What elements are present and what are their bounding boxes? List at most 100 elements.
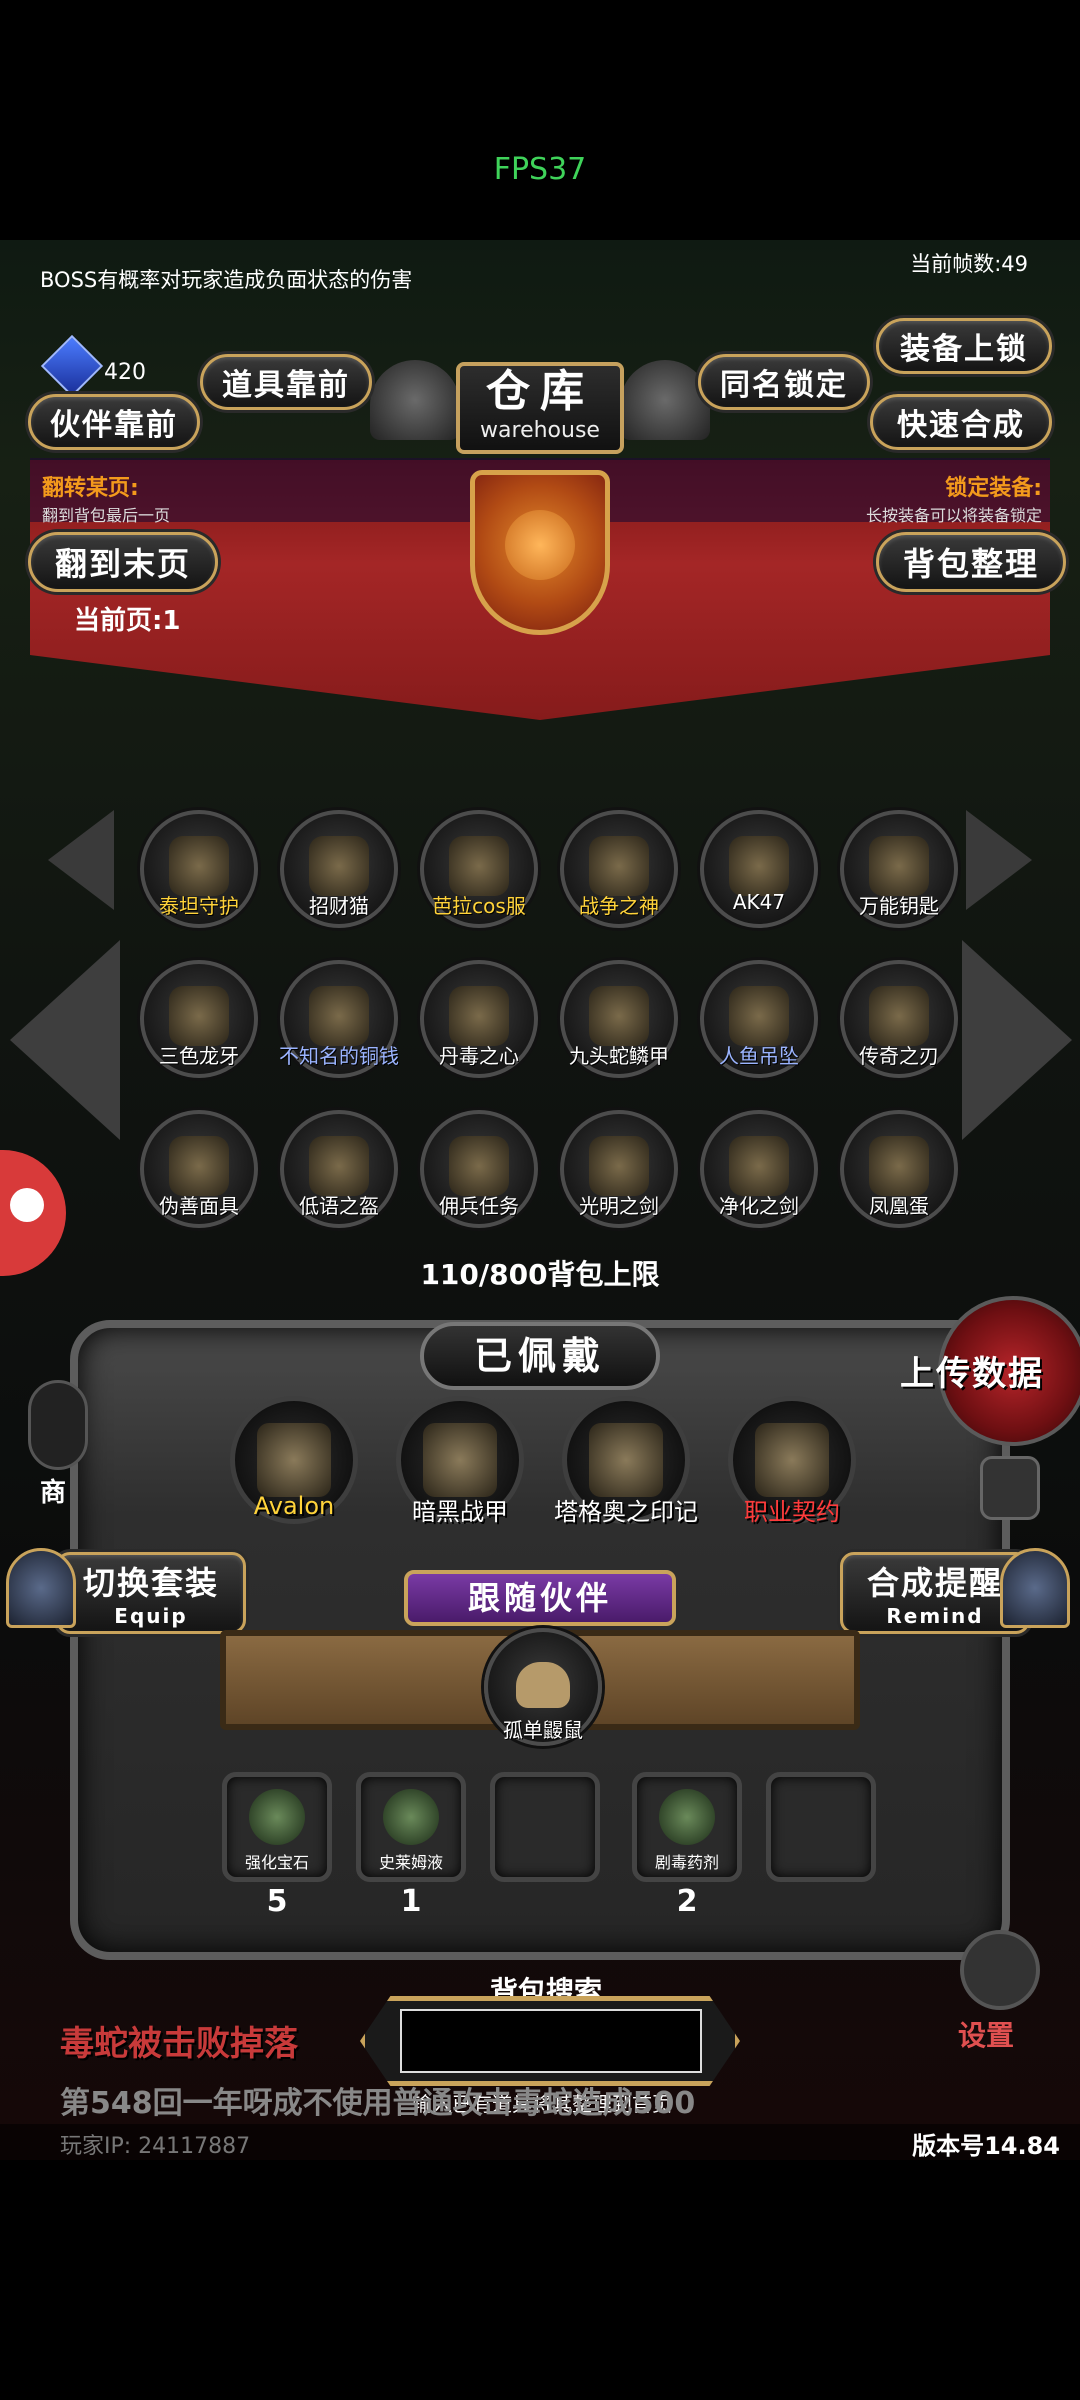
partners-first-button[interactable]: 伙伴靠前 xyxy=(28,394,200,450)
helmet-icon xyxy=(309,1136,369,1196)
item-name: 丹毒之心 xyxy=(439,1044,519,1068)
contract-scroll-icon xyxy=(755,1423,829,1497)
light-sword-icon xyxy=(589,1136,649,1196)
item-name: 人鱼吊坠 xyxy=(719,1044,799,1068)
current-page: 当前页:1 xyxy=(74,606,181,636)
consumable-count: 1 xyxy=(400,1884,422,1919)
item-name: 净化之剑 xyxy=(719,1194,799,1218)
dice-icon[interactable] xyxy=(980,1456,1040,1520)
item-name: 泰坦守护 xyxy=(159,894,239,918)
equip-lock-button[interactable]: 装备上锁 xyxy=(876,318,1052,374)
drop-message: 毒蛇被击败掉落 xyxy=(60,2024,298,2064)
coin-icon xyxy=(309,986,369,1046)
item-name: 低语之盔 xyxy=(299,1194,379,1218)
partner-title: 跟随伙伴 xyxy=(404,1570,676,1626)
right-helmet-deco-icon xyxy=(1000,1548,1070,1628)
green-gem-icon xyxy=(249,1789,305,1845)
rifle-icon xyxy=(729,836,789,896)
item-name: 芭拉cos服 xyxy=(432,894,526,918)
costume-icon xyxy=(449,836,509,896)
item-name: 九头蛇鳞甲 xyxy=(569,1044,669,1068)
dragon-fang-icon xyxy=(169,986,229,1046)
lock-hint-label: 锁定装备: xyxy=(945,476,1042,501)
item-name: 传奇之刃 xyxy=(859,1044,939,1068)
consumable-count: 2 xyxy=(676,1884,698,1919)
player-ip: 玩家IP: 24117887 xyxy=(60,2134,251,2159)
items-first-button[interactable]: 道具靠前 xyxy=(200,354,372,410)
merge-remind-sub: Remind xyxy=(886,1604,984,1628)
item-name: 战争之神 xyxy=(579,894,659,918)
mole-icon xyxy=(516,1662,570,1708)
key-icon xyxy=(869,836,929,896)
equipped-name: 暗黑战甲 xyxy=(412,1498,508,1526)
bag-search-input[interactable] xyxy=(400,2009,702,2073)
settings-button[interactable]: 设置 xyxy=(958,2014,1014,2054)
shop-icon[interactable] xyxy=(28,1380,88,1470)
consumable-slot[interactable]: 强化宝石 xyxy=(222,1772,332,1882)
mask-icon xyxy=(169,1136,229,1196)
boss-notice: BOSS有概率对玩家造成负面状态的伤害 xyxy=(40,268,413,292)
flip-hint-label: 翻转某页: xyxy=(42,476,139,501)
consumable-name: 史莱姆液 xyxy=(378,1853,443,1872)
consumable-slot[interactable]: 剧毒药剂 xyxy=(632,1772,742,1882)
left-helmet-deco-icon xyxy=(6,1548,76,1628)
item-name: 伪善面具 xyxy=(159,1194,239,1218)
battle-scroll-message: 第548回一年呀成不使用普通攻击毒蛇造成500 xyxy=(60,2086,696,2121)
equipped-title: 已佩戴 xyxy=(420,1322,660,1390)
war-god-icon xyxy=(589,836,649,896)
gem-count: 420 xyxy=(104,360,146,385)
purify-sword-icon xyxy=(729,1136,789,1196)
version-number: 版本号14.84 xyxy=(912,2132,1060,2160)
prev-page-small-arrow-icon[interactable] xyxy=(48,810,114,910)
item-name: 凤凰蛋 xyxy=(869,1194,929,1218)
hydra-armor-icon xyxy=(589,986,649,1046)
sort-bag-button[interactable]: 背包整理 xyxy=(876,532,1066,592)
consumable-slot[interactable] xyxy=(490,1772,600,1882)
skull-chef-icon xyxy=(589,1423,663,1497)
same-name-lock-button[interactable]: 同名锁定 xyxy=(698,354,870,410)
consumable-name: 强化宝石 xyxy=(244,1853,309,1872)
potion-icon xyxy=(383,1789,439,1845)
snake-heart-icon xyxy=(449,986,509,1046)
item-name: 三色龙牙 xyxy=(159,1044,239,1068)
consumable-slot[interactable]: 史莱姆液 xyxy=(356,1772,466,1882)
flip-hint-desc: 翻到背包最后一页 xyxy=(42,506,171,525)
consumable-slot[interactable] xyxy=(766,1772,876,1882)
prev-page-arrow-icon[interactable] xyxy=(10,940,120,1140)
item-name: 光明之剑 xyxy=(579,1194,659,1218)
item-name: 招财猫 xyxy=(309,894,369,918)
switch-set-button[interactable]: 切换套装 Equip xyxy=(56,1552,246,1634)
left-helmet-icon xyxy=(370,360,460,440)
switch-set-label: 切换套装 xyxy=(82,1564,219,1602)
pendant-icon xyxy=(729,986,789,1046)
legend-blade-icon xyxy=(869,986,929,1046)
quick-merge-button[interactable]: 快速合成 xyxy=(870,394,1052,450)
partner-name: 孤单鼹鼠 xyxy=(503,1718,583,1742)
consumable-count: 5 xyxy=(266,1884,288,1919)
right-helmet-icon xyxy=(620,360,710,440)
dark-armor-icon xyxy=(423,1423,497,1497)
lock-hint-desc: 长按装备可以将装备锁定 xyxy=(865,506,1042,525)
scroll-horn-icon xyxy=(449,1136,509,1196)
egg-icon xyxy=(869,1136,929,1196)
merge-remind-label: 合成提醒 xyxy=(866,1564,1003,1602)
lion-emblem-icon xyxy=(505,510,575,580)
shop-label: 商 xyxy=(40,1478,67,1508)
lucky-cat-icon xyxy=(309,836,369,896)
warehouse-title-text: 仓库 xyxy=(486,366,594,417)
warehouse-subtitle: warehouse xyxy=(480,418,600,443)
consumable-name: 剧毒药剂 xyxy=(654,1853,719,1872)
avalon-lance-icon xyxy=(257,1423,331,1497)
item-name: AK47 xyxy=(732,890,786,914)
go-last-page-button[interactable]: 翻到末页 xyxy=(28,532,218,592)
poison-flask-icon xyxy=(659,1789,715,1845)
item-name: 万能钥匙 xyxy=(859,894,939,918)
settings-gear-icon[interactable] xyxy=(960,1930,1040,2010)
frame-count: 当前帧数:49 xyxy=(910,252,1028,276)
titan-armor-icon xyxy=(169,836,229,896)
equipped-name: 职业契约 xyxy=(744,1498,840,1526)
upload-data-button[interactable]: 上传数据 xyxy=(900,1346,1044,1395)
fps-indicator: FPS37 xyxy=(493,152,587,187)
equipped-name: 塔格奥之印记 xyxy=(554,1498,698,1526)
warehouse-title: 仓库 warehouse xyxy=(456,362,624,454)
